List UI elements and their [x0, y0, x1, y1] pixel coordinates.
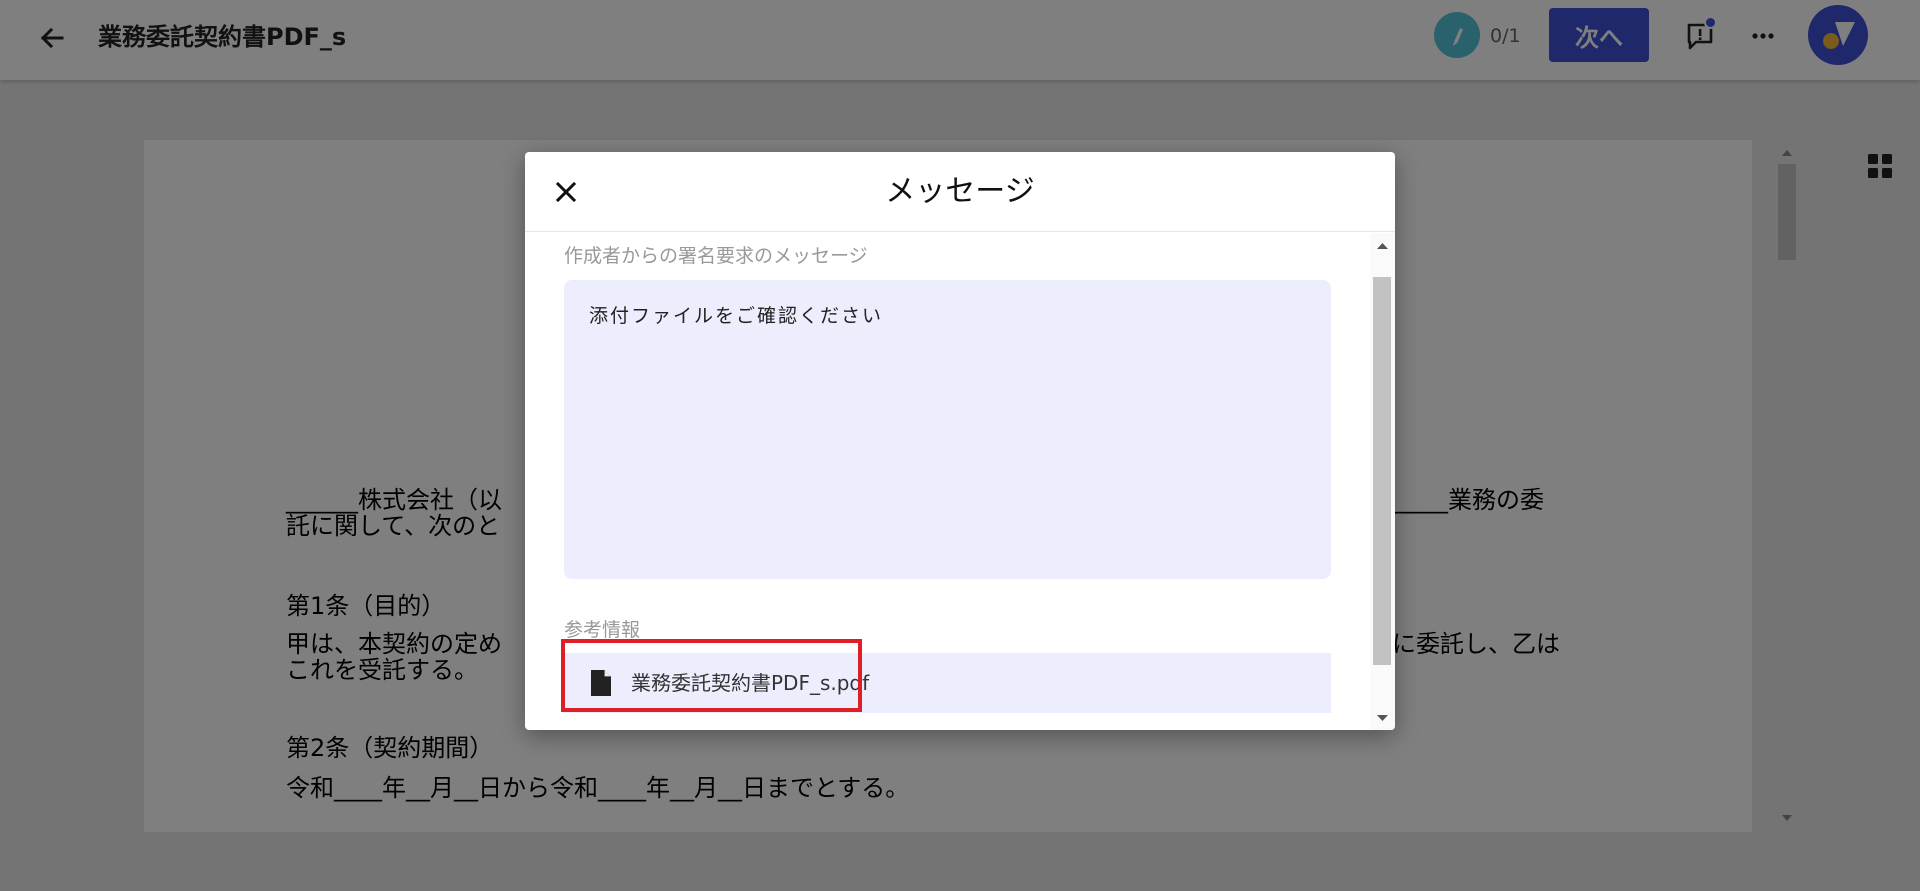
message-box: 添付ファイルをご確認ください — [564, 280, 1331, 579]
dialog-body[interactable]: 作成者からの署名要求のメッセージ 添付ファイルをご確認ください 参考情報 業務委… — [525, 233, 1370, 730]
dialog-scroll-thumb[interactable] — [1373, 277, 1391, 665]
close-button[interactable] — [548, 174, 584, 210]
dialog-title: メッセージ — [885, 174, 1035, 209]
message-section-label: 作成者からの署名要求のメッセージ — [564, 245, 868, 267]
message-text: 添付ファイルをご確認ください — [589, 305, 884, 327]
close-icon — [555, 181, 577, 203]
message-dialog: メッセージ 作成者からの署名要求のメッセージ 添付ファイルをご確認ください 参考… — [525, 152, 1395, 730]
dialog-header: メッセージ — [525, 152, 1395, 232]
attachment-highlight — [561, 639, 862, 712]
